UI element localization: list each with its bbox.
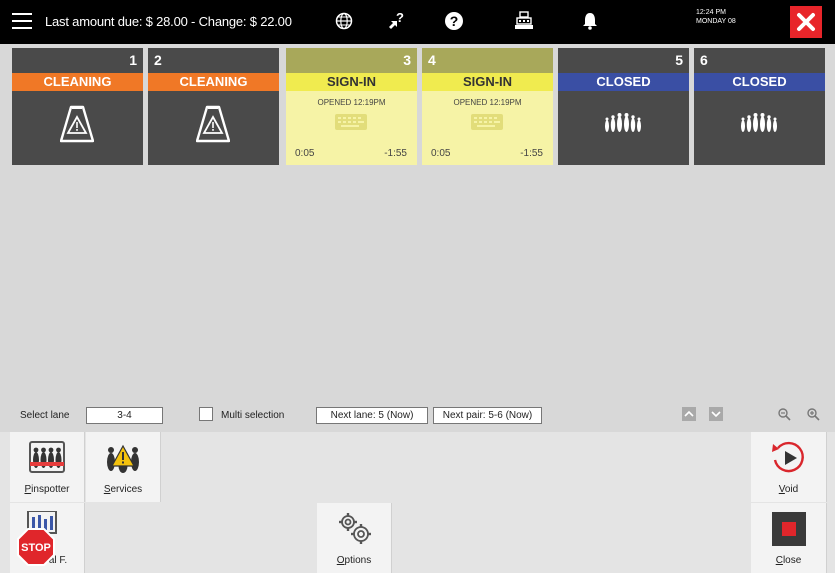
lane-number: 6 bbox=[700, 52, 708, 68]
stop-sign-text: STOP bbox=[21, 542, 51, 554]
lane-header: 3 bbox=[286, 48, 417, 73]
lane-body bbox=[12, 91, 143, 165]
clock: 12:24 PM MONDAY 08 bbox=[696, 8, 736, 26]
chevron-up-icon bbox=[682, 407, 696, 421]
zoom-in-icon bbox=[807, 408, 820, 421]
chevron-down-icon bbox=[709, 407, 723, 421]
services-button[interactable]: Services bbox=[86, 432, 161, 502]
lanes-area: 1 CLEANING 2 CLEANING 3 SIGN-IN OPENED 1… bbox=[0, 44, 835, 400]
lane-elapsed-time: 0:05 bbox=[295, 148, 315, 159]
lane-number: 1 bbox=[129, 52, 137, 68]
stop-square-icon bbox=[751, 511, 826, 547]
options-button[interactable]: Options bbox=[317, 503, 392, 573]
close-button[interactable]: Close bbox=[751, 503, 827, 573]
function-panel: Pinspotter Services al F. STOP Options V… bbox=[0, 432, 835, 573]
stop-sign-icon: STOP bbox=[17, 528, 55, 571]
zoom-out-icon bbox=[778, 408, 791, 421]
lane-1[interactable]: 1 CLEANING bbox=[12, 48, 143, 165]
zoom-out-button[interactable] bbox=[775, 405, 793, 423]
help-cursor-icon[interactable]: ? bbox=[386, 10, 408, 32]
lane-body bbox=[558, 91, 689, 165]
scroll-down-button[interactable] bbox=[707, 405, 725, 423]
lane-6[interactable]: 6 CLOSED bbox=[694, 48, 825, 165]
lane-status: SIGN-IN bbox=[286, 73, 417, 91]
wet-floor-warning-icon bbox=[196, 105, 230, 143]
lane-status: CLOSED bbox=[558, 73, 689, 91]
lane-opened-time: OPENED 12:19PM bbox=[453, 98, 522, 107]
close-label: Close bbox=[751, 555, 826, 566]
pinspotter-button[interactable]: Pinspotter bbox=[10, 432, 85, 502]
next-lane-button[interactable]: Next lane: 5 (Now) bbox=[316, 407, 428, 424]
lane-header: 2 bbox=[148, 48, 279, 73]
lane-3[interactable]: 3 SIGN-IN OPENED 12:19PM 0:05 -1:55 bbox=[286, 48, 417, 165]
close-label-accel: C bbox=[775, 555, 783, 566]
next-pair-button[interactable]: Next pair: 5-6 (Now) bbox=[433, 407, 542, 424]
options-label: Options bbox=[317, 555, 391, 566]
pinspotter-label-rest: inspotter bbox=[31, 484, 70, 495]
lane-body bbox=[694, 91, 825, 165]
pinspotter-icon bbox=[10, 440, 84, 474]
special-functions-button[interactable]: al F. STOP bbox=[10, 503, 85, 573]
keyboard-icon bbox=[335, 114, 367, 130]
question-icon[interactable]: ? bbox=[443, 10, 465, 32]
lane-status: SIGN-IN bbox=[422, 73, 553, 91]
lane-5[interactable]: 5 CLOSED bbox=[558, 48, 689, 165]
lane-status: CLOSED bbox=[694, 73, 825, 91]
menu-icon[interactable] bbox=[12, 13, 32, 29]
void-button[interactable]: Void bbox=[751, 432, 827, 502]
lane-status: CLEANING bbox=[12, 73, 143, 91]
options-label-rest: ptions bbox=[344, 555, 372, 566]
cash-register-icon[interactable] bbox=[513, 10, 535, 32]
lane-opened-time: OPENED 12:19PM bbox=[317, 98, 386, 107]
void-label-rest: oid bbox=[784, 484, 799, 495]
close-icon bbox=[797, 13, 815, 31]
lane-header: 1 bbox=[12, 48, 143, 73]
top-bar: Last amount due: $ 28.00 - Change: $ 22.… bbox=[0, 0, 835, 44]
zoom-in-button[interactable] bbox=[804, 405, 822, 423]
options-label-accel: O bbox=[336, 555, 345, 566]
services-icon bbox=[86, 440, 160, 474]
close-app-button[interactable] bbox=[790, 6, 822, 38]
bell-icon[interactable] bbox=[579, 10, 601, 32]
bowling-pins-icon bbox=[739, 109, 779, 135]
select-lane-input[interactable]: 3-4 bbox=[86, 407, 163, 424]
globe-icon[interactable] bbox=[333, 10, 355, 32]
lane-number: 4 bbox=[428, 52, 436, 68]
last-amount-text: Last amount due: $ 28.00 - Change: $ 22.… bbox=[45, 14, 292, 29]
lane-remaining-time: -1:55 bbox=[520, 148, 543, 159]
void-replay-icon bbox=[751, 440, 826, 476]
multi-selection-label: Multi selection bbox=[221, 410, 285, 421]
lane-4[interactable]: 4 SIGN-IN OPENED 12:19PM 0:05 -1:55 bbox=[422, 48, 553, 165]
lane-elapsed-time: 0:05 bbox=[431, 148, 451, 159]
lane-number: 5 bbox=[675, 52, 683, 68]
lane-header: 6 bbox=[694, 48, 825, 73]
pinspotter-label: Pinspotter bbox=[10, 484, 84, 495]
lane-header: 5 bbox=[558, 48, 689, 73]
selection-bar: Select lane 3-4 Multi selection Next lan… bbox=[0, 400, 835, 432]
lane-2[interactable]: 2 CLEANING bbox=[148, 48, 279, 165]
bowling-pins-icon bbox=[603, 109, 643, 135]
svg-text:?: ? bbox=[450, 13, 459, 29]
scroll-up-button[interactable] bbox=[680, 405, 698, 423]
services-label: Services bbox=[86, 484, 160, 495]
lane-remaining-time: -1:55 bbox=[384, 148, 407, 159]
gears-icon bbox=[317, 511, 391, 545]
lane-number: 3 bbox=[403, 52, 411, 68]
select-lane-label: Select lane bbox=[20, 410, 70, 421]
clock-time: 12:24 PM bbox=[696, 9, 726, 16]
lane-body: OPENED 12:19PM 0:05 -1:55 bbox=[422, 91, 553, 165]
services-label-rest: ervices bbox=[110, 484, 143, 495]
lane-status: CLEANING bbox=[148, 73, 279, 91]
lane-body bbox=[148, 91, 279, 165]
close-label-rest: lose bbox=[782, 555, 802, 566]
clock-day: MONDAY 08 bbox=[696, 18, 736, 25]
lane-header: 4 bbox=[422, 48, 553, 73]
multi-selection-checkbox[interactable] bbox=[199, 407, 213, 421]
void-label: Void bbox=[751, 484, 826, 495]
wet-floor-warning-icon bbox=[60, 105, 94, 143]
keyboard-icon bbox=[471, 114, 503, 130]
lane-body: OPENED 12:19PM 0:05 -1:55 bbox=[286, 91, 417, 165]
svg-text:?: ? bbox=[396, 11, 404, 25]
lane-number: 2 bbox=[154, 52, 162, 68]
